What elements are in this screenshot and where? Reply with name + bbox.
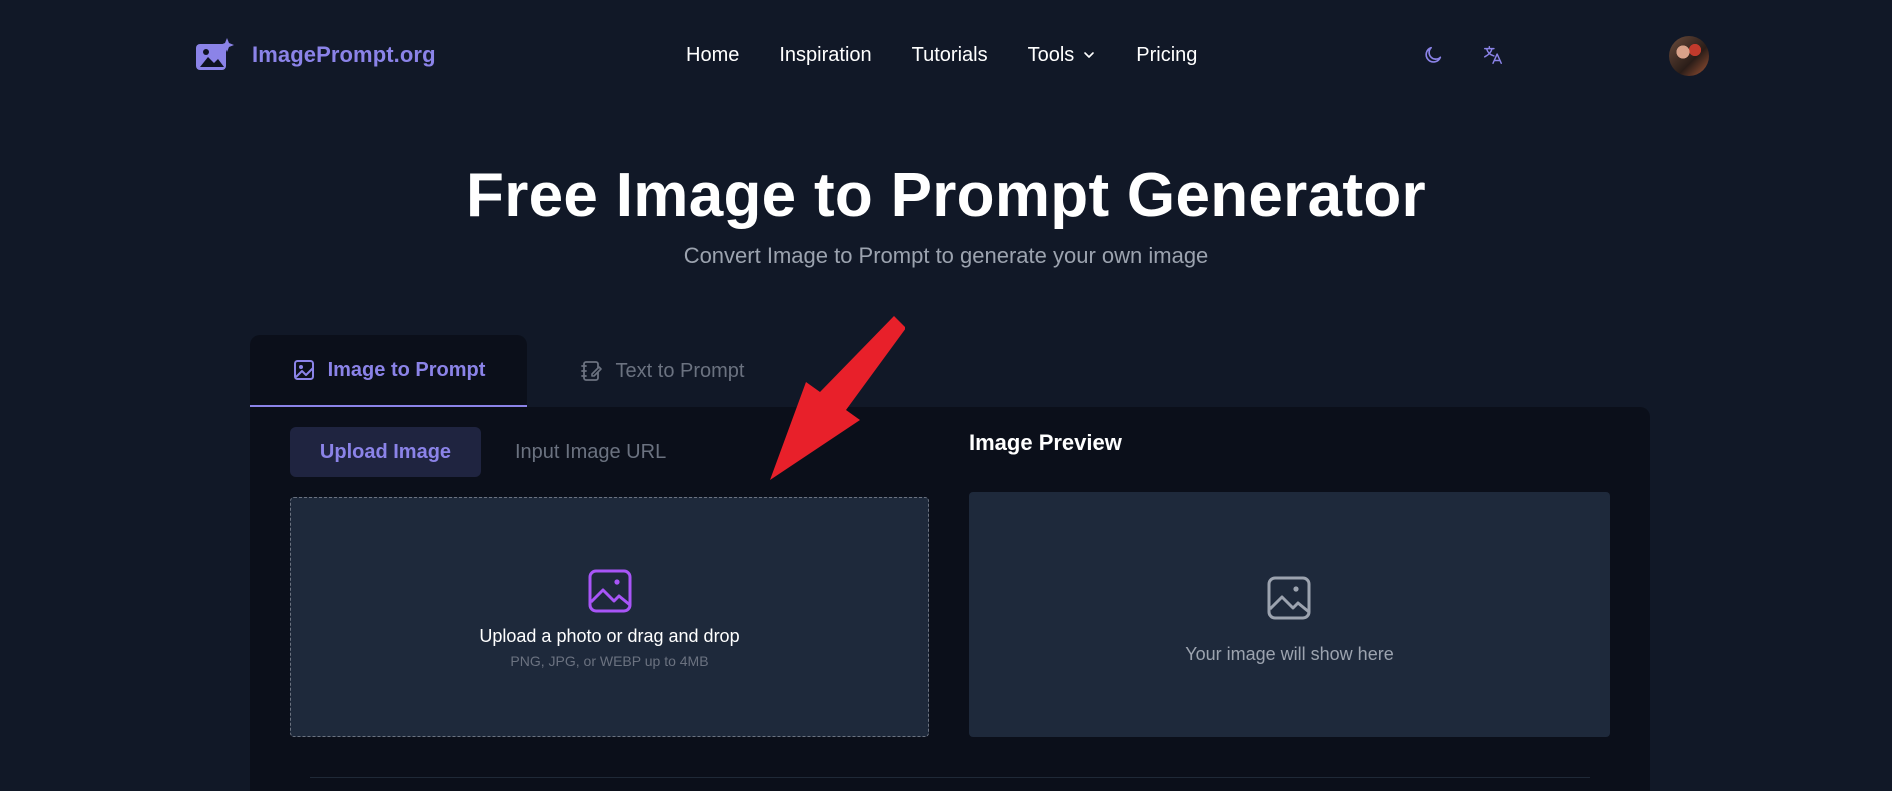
nav-home[interactable]: Home [686,44,739,67]
upload-dropzone[interactable]: Upload a photo or drag and drop PNG, JPG… [290,497,929,737]
moon-icon [1425,46,1442,63]
nav-tools-label: Tools [1027,43,1075,66]
page: ImagePrompt.org Home Inspiration Tutoria… [0,0,1892,791]
main-nav: Home Inspiration Tutorials Tools Pricing [686,43,1197,67]
nav-pricing[interactable]: Pricing [1136,44,1197,67]
image-preview-title: Image Preview [969,430,1122,455]
upload-image-tab[interactable]: Upload Image [290,427,481,477]
translate-icon [1484,46,1502,64]
image-sparkle-icon [196,38,234,70]
nav-tutorials[interactable]: Tutorials [912,44,988,67]
image-upload-icon [588,569,632,613]
user-avatar[interactable] [1669,36,1709,76]
tab-image-to-prompt-label: Image to Prompt [327,358,486,381]
divider [310,777,1590,778]
nav-inspiration[interactable]: Inspiration [779,44,871,67]
language-button[interactable] [1481,43,1505,67]
theme-toggle-button[interactable] [1421,43,1445,67]
site-header: ImagePrompt.org Home Inspiration Tutoria… [0,0,1892,110]
dropzone-hint: PNG, JPG, or WEBP up to 4MB [510,653,709,669]
preview-placeholder-text: Your image will show here [1185,644,1394,664]
image-placeholder-icon [1267,576,1311,620]
tab-image-to-prompt[interactable]: Image to Prompt [250,335,527,407]
image-preview-box: Your image will show here [969,492,1610,737]
tab-text-to-prompt-label: Text to Prompt [615,359,745,382]
input-image-url-tab[interactable]: Input Image URL [515,427,666,477]
brand-logo-link[interactable]: ImagePrompt.org [194,37,436,73]
image-icon [293,360,314,380]
generator-panel: Upload Image Input Image URL Upload a ph… [250,407,1650,791]
tab-text-to-prompt[interactable]: Text to Prompt [527,335,797,407]
brand-name: ImagePrompt.org [252,42,436,67]
page-subtitle: Convert Image to Prompt to generate your… [683,243,1209,268]
dropzone-title: Upload a photo or drag and drop [479,626,740,646]
red-arrow-annotation-icon [770,316,905,480]
chevron-down-icon [1084,52,1095,58]
page-title: Free Image to Prompt Generator [466,161,1426,230]
notebook-pen-icon [580,361,602,381]
nav-tools-dropdown[interactable]: Tools [1028,44,1097,67]
